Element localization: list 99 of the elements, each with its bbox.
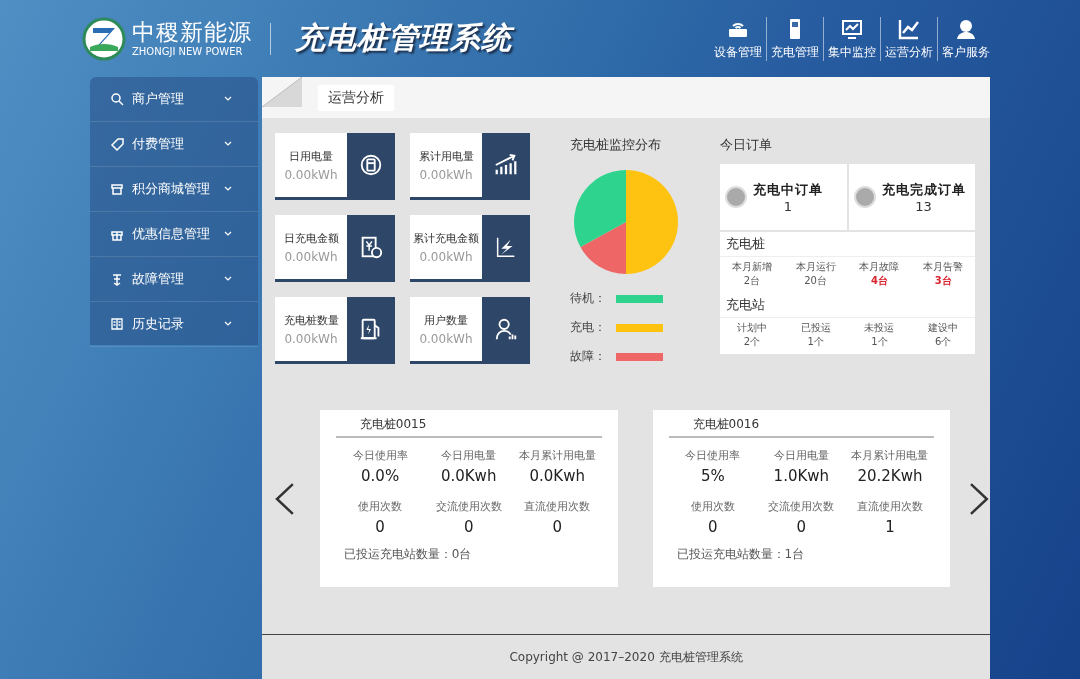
stat-value: 0.00kWh — [284, 331, 338, 346]
caret-icon — [224, 276, 232, 282]
stat-value: 0.00kWh — [419, 331, 473, 346]
order-count: 1 — [783, 198, 793, 214]
tool-icon — [110, 272, 124, 286]
stat-value: 2台 — [743, 274, 761, 288]
shop-icon — [110, 182, 124, 196]
folded-corner-icon — [262, 77, 302, 107]
brand-name: 中稷新能源 — [132, 18, 252, 45]
legend-label: 故障： — [570, 348, 607, 365]
metric-value: 0.0Kwh — [529, 467, 585, 485]
meter-icon — [358, 152, 384, 178]
stat-label: 累计用电量 — [418, 148, 474, 164]
stat-value: 1个 — [871, 335, 888, 349]
sidebar-item[interactable]: 故障管理 — [90, 257, 258, 302]
stat-label: 充电桩数量 — [283, 312, 339, 328]
group-title: 充电站 — [720, 293, 975, 318]
metric-value: 5% — [700, 467, 725, 485]
stat-value: 0.00kWh — [284, 249, 338, 264]
metric-label: 今日使用率 — [685, 448, 741, 463]
metric-label: 使用次数 — [358, 499, 403, 514]
metric-label: 今日用电量 — [773, 448, 829, 463]
caret-icon — [224, 141, 232, 147]
chart-title: 充电桩监控分布 — [570, 136, 662, 154]
nav-item[interactable]: 设备管理 — [710, 16, 766, 61]
sidebar-item[interactable]: 商户管理 — [90, 77, 258, 122]
metric-value: 1.0Kwh — [773, 467, 830, 485]
order-label: 充电完成订单 — [881, 180, 966, 199]
sidebar-item[interactable]: 付费管理 — [90, 122, 258, 167]
sidebar-item[interactable]: 积分商城管理 — [90, 167, 258, 212]
legend-label: 充电： — [570, 319, 607, 336]
metric-value: 0 — [796, 518, 807, 536]
stat-label: 本月告警 — [923, 260, 964, 274]
metric-label: 本月累计用电量 — [851, 448, 929, 463]
order-count: 13 — [915, 198, 932, 214]
tag-icon — [110, 137, 124, 151]
metric-label: 今日使用率 — [352, 448, 408, 463]
nav-item[interactable]: 客户服务 — [937, 16, 994, 61]
stat-label: 本月运行 — [795, 260, 836, 274]
group-title: 充电桩 — [720, 232, 975, 257]
caret-icon — [224, 96, 232, 102]
metric-label: 使用次数 — [690, 499, 735, 514]
stat-value: 2个 — [743, 335, 761, 349]
caret-icon — [224, 186, 232, 192]
stat-value: 6个 — [934, 335, 952, 349]
metric-value: 0.0% — [361, 467, 400, 485]
metric-label: 今日用电量 — [441, 448, 497, 463]
stat-label: 未投运 — [864, 321, 895, 335]
stat-label: 日充电金额 — [283, 230, 339, 246]
metric-label: 本月累计用电量 — [518, 448, 596, 463]
metric-value: 0 — [708, 518, 718, 536]
metric-label: 交流使用次数 — [435, 499, 502, 514]
station-count: 已投运充电站数量：0台 — [343, 546, 473, 563]
metric-value: 0 — [552, 518, 562, 536]
logo-icon — [82, 16, 126, 61]
stat-value: 20台 — [804, 274, 827, 288]
metric-value: 0.0Kwh — [440, 467, 497, 485]
copyright: Copyright @ 2017–2020 充电桩管理系统 — [509, 648, 743, 666]
status-dot-icon — [853, 186, 876, 208]
metric-value: 20.2Kwh — [857, 467, 923, 485]
legend-label: 待机： — [570, 290, 607, 307]
stat-label: 本月新增 — [731, 260, 772, 274]
stat-value: 3台 — [934, 274, 952, 288]
pile-name: 充电桩0015 — [335, 416, 602, 438]
stat-value: 0.00kWh — [419, 167, 473, 182]
book-icon — [110, 317, 124, 331]
metric-value: 0 — [463, 518, 474, 536]
sidebar-item[interactable]: 历史记录 — [90, 302, 258, 347]
pile-name: 充电桩0016 — [668, 416, 935, 438]
search-icon — [110, 92, 124, 106]
sidebar-item[interactable]: 优惠信息管理 — [90, 212, 258, 257]
stat-label: 累计充电金额 — [413, 230, 479, 246]
stat-label: 用户数量 — [424, 312, 468, 328]
stat-value: 1个 — [807, 335, 824, 349]
stat-value: 0.00kWh — [284, 167, 338, 182]
page-tab[interactable]: 运营分析 — [318, 84, 394, 111]
stat-label: 本月故障 — [859, 260, 900, 274]
metric-label: 直流使用次数 — [856, 499, 923, 514]
brand-subtitle: ZHONGJI NEW POWER — [132, 44, 244, 59]
metric-value: 1 — [885, 518, 895, 536]
metric-label: 交流使用次数 — [768, 499, 835, 514]
metric-label: 直流使用次数 — [524, 499, 591, 514]
nav-item[interactable]: 充电管理 — [766, 16, 823, 61]
orders-title: 今日订单 — [720, 136, 773, 154]
stat-label: 日用电量 — [289, 148, 333, 164]
stat-label: 计划中 — [736, 321, 767, 335]
metric-value: 0 — [375, 518, 385, 536]
status-dot-icon — [725, 186, 747, 208]
user-icon — [493, 316, 519, 342]
stat-value: 4台 — [870, 274, 888, 288]
stat-value: 0.00kWh — [419, 249, 473, 264]
caret-icon — [224, 231, 232, 237]
stat-label: 建设中 — [928, 321, 959, 335]
caret-icon — [224, 321, 232, 327]
stat-label: 已投运 — [800, 321, 831, 335]
nav-item[interactable]: 集中监控 — [823, 16, 880, 61]
nav-item[interactable]: 运营分析 — [880, 16, 937, 61]
order-label: 充电中订单 — [753, 180, 823, 199]
station-count: 已投运充电站数量：1台 — [676, 546, 806, 563]
